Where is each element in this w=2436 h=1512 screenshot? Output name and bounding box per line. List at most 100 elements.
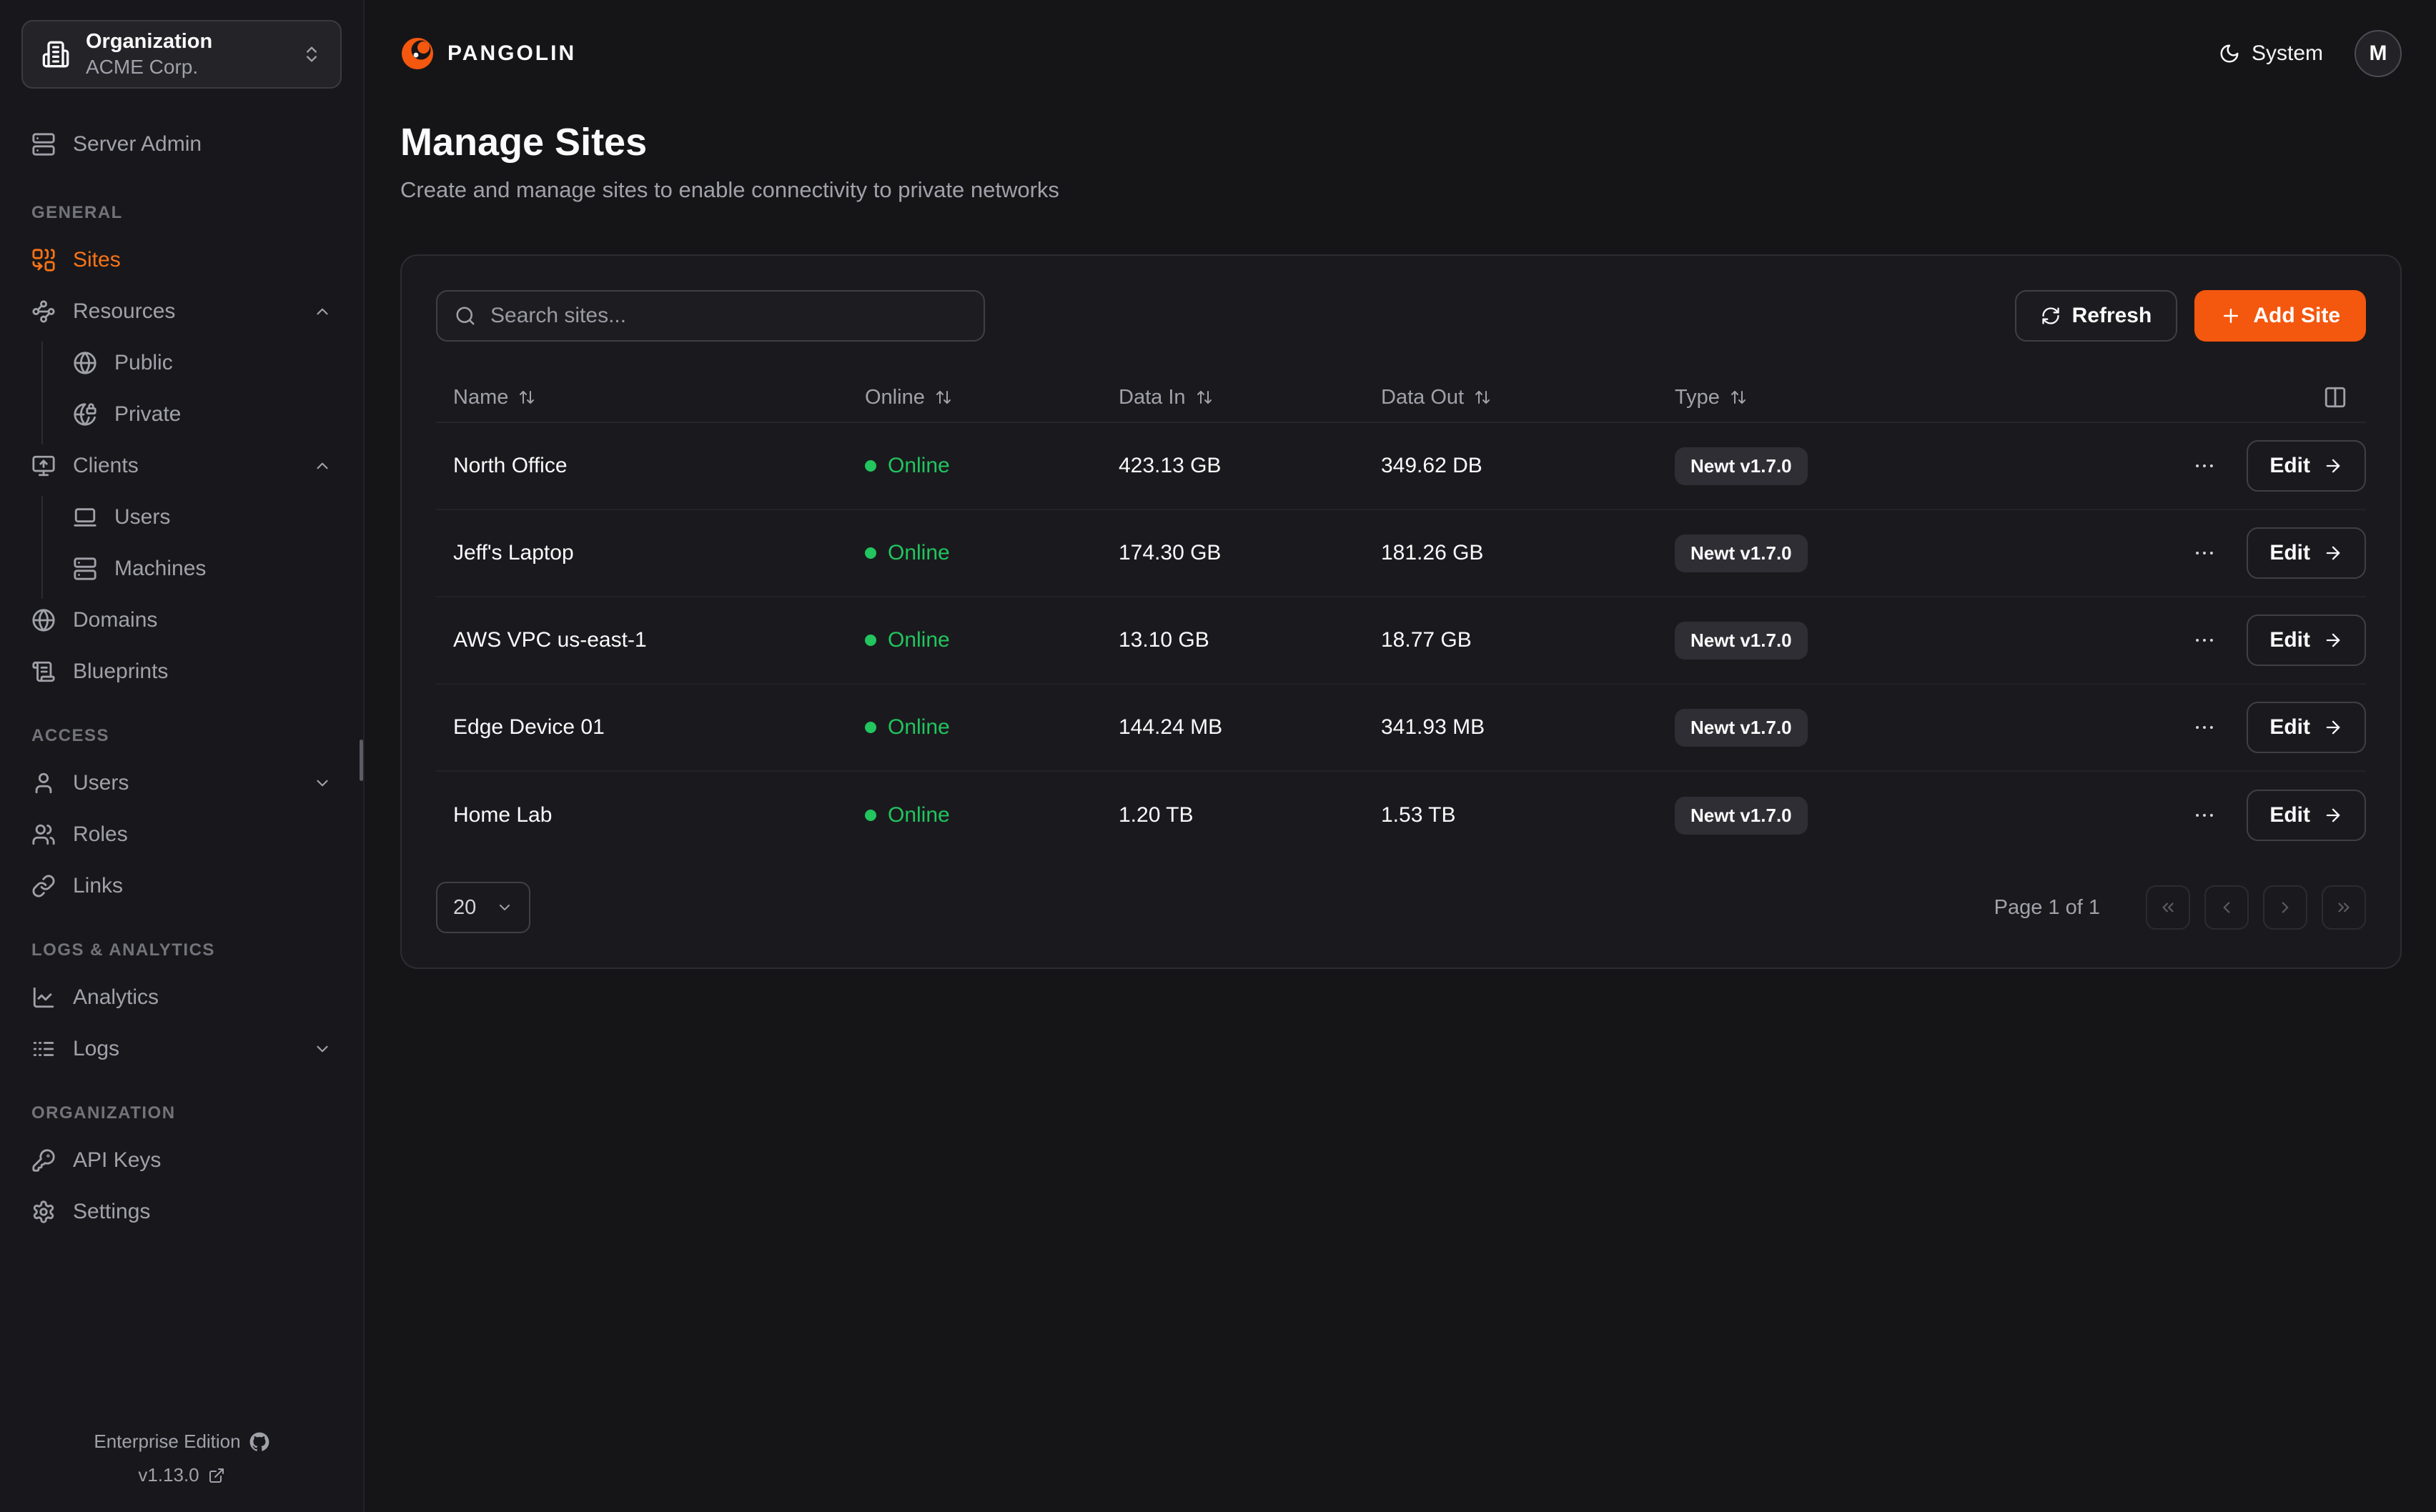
- ellipsis-icon[interactable]: [2192, 541, 2217, 565]
- github-icon: [249, 1432, 269, 1452]
- chevron-up-icon[interactable]: [313, 457, 332, 475]
- ellipsis-icon[interactable]: [2192, 628, 2217, 652]
- column-header-type[interactable]: Type: [1675, 386, 1987, 409]
- edit-button[interactable]: Edit: [2247, 702, 2366, 753]
- sites-table: Name Online Data In Data Out: [436, 373, 2366, 859]
- sidebar-footer: Enterprise Edition v1.13.0: [23, 1431, 340, 1491]
- column-header-online[interactable]: Online: [865, 386, 1119, 409]
- sidebar-item-links[interactable]: Links: [23, 865, 340, 907]
- sidebar-item-settings[interactable]: Settings: [23, 1190, 340, 1233]
- sidebar-item-label: Public: [114, 351, 173, 375]
- sidebar-item-public[interactable]: Public: [64, 342, 340, 384]
- toolbar-buttons: Refresh Add Site: [2015, 290, 2366, 342]
- site-status: Online: [865, 803, 1119, 827]
- organization-texts: Organization ACME Corp.: [86, 31, 212, 79]
- sidebar-item-label: Users: [114, 505, 170, 529]
- user-avatar[interactable]: M: [2355, 30, 2402, 77]
- table-header-row: Name Online Data In Data Out: [436, 373, 2366, 423]
- site-data-out: 181.26 GB: [1381, 541, 1675, 565]
- sidebar-item-clients[interactable]: Clients: [23, 444, 340, 487]
- chevrons-right-icon: [2334, 898, 2353, 917]
- search-input[interactable]: [489, 303, 966, 329]
- card-toolbar: Refresh Add Site: [436, 290, 2366, 342]
- version-line[interactable]: v1.13.0: [138, 1464, 224, 1486]
- column-label: Data Out: [1381, 386, 1464, 409]
- sidebar-item-analytics[interactable]: Analytics: [23, 976, 340, 1019]
- ellipsis-icon[interactable]: [2192, 454, 2217, 478]
- sort-icon: [1474, 389, 1491, 406]
- column-label: Data In: [1119, 386, 1186, 409]
- pangolin-logo-icon: [400, 36, 435, 71]
- arrow-right-icon: [2323, 456, 2343, 476]
- sidebar-item-label: Domains: [73, 608, 157, 632]
- site-name: Edge Device 01: [436, 715, 865, 740]
- topbar: PANGOLIN System M: [400, 0, 2402, 107]
- online-dot-icon: [865, 460, 876, 472]
- columns-icon[interactable]: [2323, 385, 2347, 409]
- add-site-button[interactable]: Add Site: [2194, 290, 2366, 342]
- brand[interactable]: PANGOLIN: [400, 36, 576, 71]
- row-actions: Edit: [1987, 790, 2366, 841]
- column-header-data-in[interactable]: Data In: [1119, 386, 1381, 409]
- search-icon: [455, 305, 476, 327]
- sidebar-item-domains[interactable]: Domains: [23, 599, 340, 642]
- sidebar-item-server-admin[interactable]: Server Admin: [23, 123, 340, 166]
- edition-line[interactable]: Enterprise Edition: [94, 1431, 269, 1453]
- sidebar-item-client-users[interactable]: Users: [64, 496, 340, 539]
- chevron-down-icon[interactable]: [313, 1040, 332, 1058]
- sidebar-item-roles[interactable]: Roles: [23, 813, 340, 856]
- previous-page-button[interactable]: [2204, 885, 2249, 930]
- organization-selector[interactable]: Organization ACME Corp.: [21, 20, 342, 89]
- topbar-right: System M: [2219, 30, 2402, 77]
- edit-button[interactable]: Edit: [2247, 440, 2366, 492]
- building-icon: [41, 40, 70, 69]
- edit-button[interactable]: Edit: [2247, 615, 2366, 666]
- refresh-button[interactable]: Refresh: [2015, 290, 2178, 342]
- version-label: v1.13.0: [138, 1464, 199, 1486]
- section-title-organization: ORGANIZATION: [23, 1103, 340, 1123]
- sidebar-item-private[interactable]: Private: [64, 393, 340, 436]
- user-icon: [31, 771, 56, 795]
- globe-lock-icon: [73, 402, 97, 427]
- site-data-out: 1.53 TB: [1381, 803, 1675, 827]
- edit-button[interactable]: Edit: [2247, 527, 2366, 579]
- sidebar-item-label: Resources: [73, 299, 175, 324]
- status-label: Online: [888, 628, 950, 652]
- theme-toggle[interactable]: System: [2219, 41, 2323, 66]
- column-header-name[interactable]: Name: [436, 386, 865, 409]
- first-page-button[interactable]: [2146, 885, 2190, 930]
- sort-icon: [1196, 389, 1213, 406]
- ellipsis-icon[interactable]: [2192, 715, 2217, 740]
- sidebar-scrollbar[interactable]: [360, 740, 363, 781]
- ellipsis-icon[interactable]: [2192, 803, 2217, 827]
- monitor-up-icon: [31, 454, 56, 478]
- organization-label: Organization: [86, 31, 212, 54]
- edit-label: Edit: [2269, 715, 2310, 740]
- row-actions: Edit: [1987, 615, 2366, 666]
- sidebar-item-machines[interactable]: Machines: [64, 547, 340, 590]
- key-icon: [31, 1148, 56, 1173]
- chevron-down-icon[interactable]: [313, 774, 332, 792]
- status-label: Online: [888, 454, 950, 478]
- next-page-button[interactable]: [2263, 885, 2307, 930]
- table-row: Home Lab Online 1.20 TB 1.53 TB Newt v1.…: [436, 772, 2366, 859]
- sidebar-item-label: Server Admin: [73, 132, 202, 156]
- edit-button[interactable]: Edit: [2247, 790, 2366, 841]
- table-row: Edge Device 01 Online 144.24 MB 341.93 M…: [436, 685, 2366, 772]
- column-header-data-out[interactable]: Data Out: [1381, 386, 1675, 409]
- sidebar-item-users[interactable]: Users: [23, 762, 340, 805]
- sidebar-item-sites[interactable]: Sites: [23, 239, 340, 282]
- users-icon: [31, 822, 56, 847]
- chevron-left-icon: [2217, 898, 2236, 917]
- last-page-button[interactable]: [2322, 885, 2366, 930]
- page-size-select[interactable]: 20: [436, 882, 530, 933]
- sidebar-item-api-keys[interactable]: API Keys: [23, 1139, 340, 1182]
- chevron-up-icon[interactable]: [313, 302, 332, 321]
- pagination: Page 1 of 1: [1994, 885, 2366, 930]
- site-status: Online: [865, 454, 1119, 478]
- sidebar-item-blueprints[interactable]: Blueprints: [23, 650, 340, 693]
- chevrons-up-down-icon: [302, 44, 322, 64]
- site-name: AWS VPC us-east-1: [436, 628, 865, 652]
- sidebar-item-resources[interactable]: Resources: [23, 290, 340, 333]
- sidebar-item-logs[interactable]: Logs: [23, 1028, 340, 1070]
